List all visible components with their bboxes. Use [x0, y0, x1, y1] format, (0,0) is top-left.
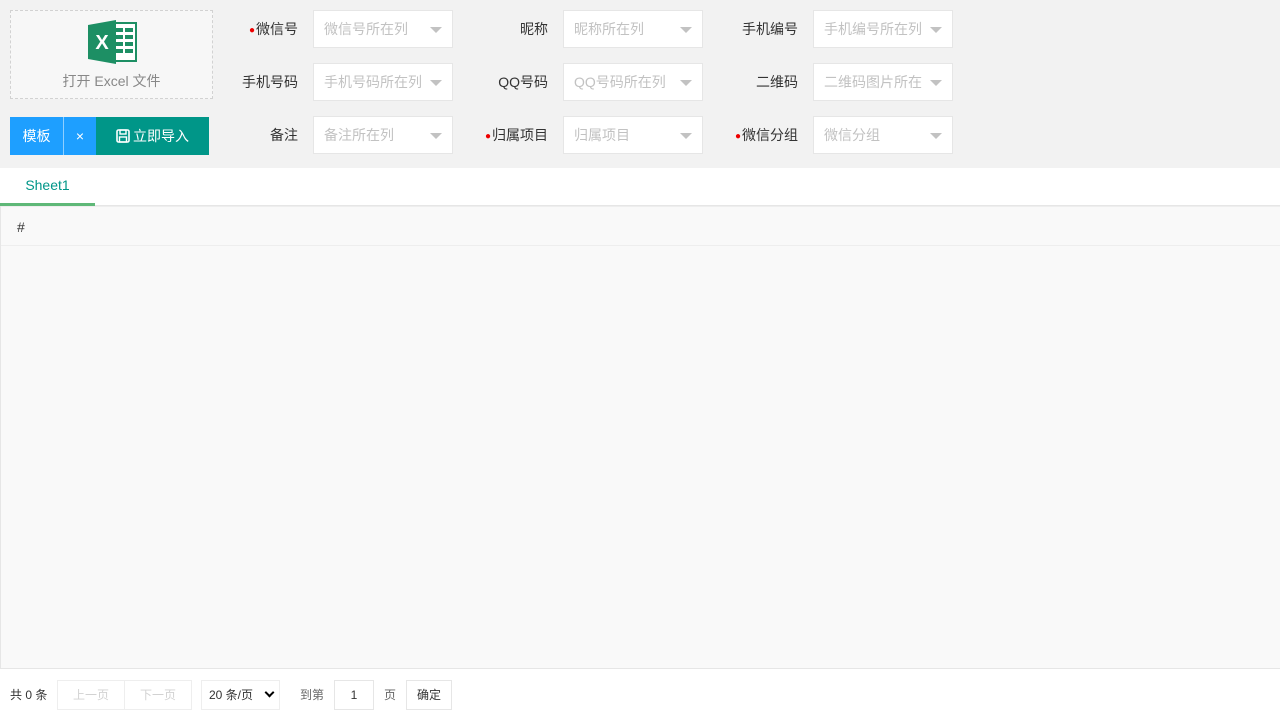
project-label: ●归属项目 [484, 127, 548, 143]
caret-down-icon [430, 133, 442, 139]
pagination: 共 0 条 上一页 下一页 20 条/页 到第 1 页 确定 [0, 668, 1280, 720]
chevron-down-icon [264, 687, 275, 698]
goto-suffix: 页 [384, 688, 397, 702]
remark-placeholder: 备注所在列 [324, 127, 394, 143]
total-count: 共 0 条 [10, 688, 48, 702]
tab-sheet1[interactable]: Sheet1 [0, 168, 95, 206]
mobile-placeholder: 手机号码所在列 [324, 74, 422, 90]
required-mark: ● [248, 25, 255, 36]
page-number-input[interactable]: 1 [334, 680, 374, 710]
wechat-id-select[interactable]: 微信号所在列 [313, 10, 453, 48]
close-icon: × [75, 128, 85, 144]
qq-label: QQ号码 [498, 74, 548, 90]
caret-down-icon [930, 133, 942, 139]
phone-number-id-placeholder: 手机编号所在列 [824, 21, 922, 37]
sheet-tabs: Sheet1 [0, 168, 1280, 206]
caret-down-icon [680, 27, 692, 33]
page-size-value: 20 条/页 [209, 688, 254, 702]
required-mark: ● [734, 131, 741, 142]
phone-number-id-select[interactable]: 手机编号所在列 [813, 10, 953, 48]
data-table: # [0, 206, 1280, 668]
save-icon [116, 129, 130, 143]
remark-select[interactable]: 备注所在列 [313, 116, 453, 154]
svg-text:X: X [95, 32, 109, 54]
qq-placeholder: QQ号码所在列 [574, 74, 666, 90]
page-size-select[interactable]: 20 条/页 [201, 680, 280, 710]
excel-icon: X [87, 19, 137, 64]
import-now-button[interactable]: 立即导入 [96, 117, 209, 155]
caret-down-icon [930, 27, 942, 33]
project-select[interactable]: 归属项目 [563, 116, 703, 154]
caret-down-icon [430, 27, 442, 33]
mobile-select[interactable]: 手机号码所在列 [313, 63, 453, 101]
clear-button[interactable]: × [63, 117, 96, 155]
action-buttons: 模板 × 立即导入 [10, 117, 209, 155]
wechat-id-placeholder: 微信号所在列 [324, 21, 408, 37]
template-button[interactable]: 模板 [10, 117, 63, 155]
wechat-id-label: ●微信号 [248, 21, 298, 37]
qrcode-label: 二维码 [756, 74, 798, 90]
qrcode-select[interactable]: 二维码图片所在 [813, 63, 953, 101]
nickname-label: 昵称 [520, 21, 548, 37]
wechat-group-select[interactable]: 微信分组 [813, 116, 953, 154]
goto-prefix: 到第 [300, 688, 325, 702]
goto-confirm-button[interactable]: 确定 [406, 680, 452, 710]
phone-number-id-label: 手机编号 [742, 21, 798, 37]
required-mark: ● [484, 131, 491, 142]
open-excel-file-button[interactable]: X 打开 Excel 文件 [10, 10, 213, 99]
table-header: # [1, 206, 1280, 246]
import-toolbar: X 打开 Excel 文件 模板 × 立即导入 ●微信号 微信号所在列 昵称 昵… [0, 0, 1280, 162]
caret-down-icon [930, 80, 942, 86]
qrcode-placeholder: 二维码图片所在 [824, 74, 922, 90]
next-page-button[interactable]: 下一页 [124, 680, 192, 710]
prev-page-button[interactable]: 上一页 [57, 680, 125, 710]
row-number-header: # [17, 219, 25, 235]
wechat-group-label: ●微信分组 [734, 127, 798, 143]
project-placeholder: 归属项目 [574, 127, 630, 143]
sheet-panel: Sheet1 # [0, 168, 1280, 668]
nickname-select[interactable]: 昵称所在列 [563, 10, 703, 48]
open-excel-label: 打开 Excel 文件 [62, 72, 161, 89]
wechat-group-placeholder: 微信分组 [824, 127, 880, 143]
caret-down-icon [430, 80, 442, 86]
mobile-label: 手机号码 [242, 74, 298, 90]
remark-label: 备注 [270, 127, 298, 143]
caret-down-icon [680, 133, 692, 139]
caret-down-icon [680, 80, 692, 86]
qq-select[interactable]: QQ号码所在列 [563, 63, 703, 101]
import-now-label: 立即导入 [133, 128, 189, 144]
nickname-placeholder: 昵称所在列 [574, 21, 644, 37]
